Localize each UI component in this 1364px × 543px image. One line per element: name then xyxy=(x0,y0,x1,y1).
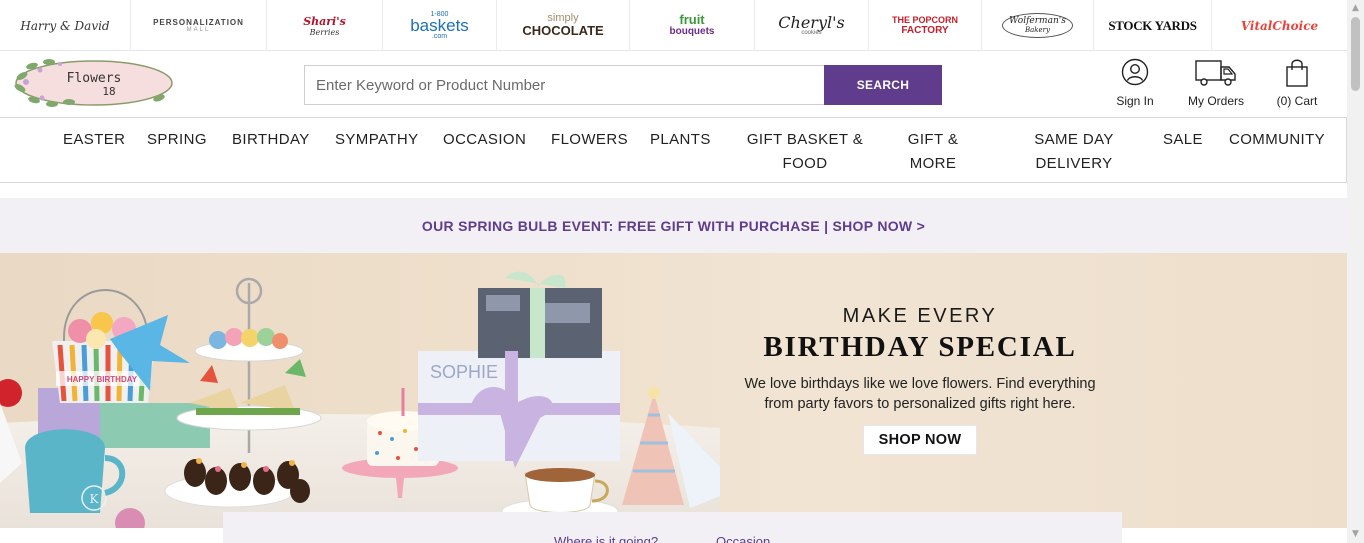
brand-link-vital-choice[interactable]: VitalChoice xyxy=(1212,0,1347,51)
brand-label-sub: MALL xyxy=(186,27,211,33)
nav-item-spring[interactable]: SPRING xyxy=(147,128,207,152)
site-logo[interactable]: Flowers 18 xyxy=(14,58,174,108)
hero-subtext-line: from party favors to personalized gifts … xyxy=(764,396,1076,412)
brand-link-sharis-berries[interactable]: Shari's Berries xyxy=(267,0,383,51)
scroll-down-arrow-icon[interactable]: ▼ xyxy=(1347,526,1364,543)
nav-item-gift-basket-food[interactable]: GIFT BASKET & FOOD xyxy=(746,128,864,176)
shopping-bag-icon xyxy=(1286,59,1308,87)
brand-label: Shari's Berries xyxy=(303,15,346,37)
my-orders-button[interactable]: My Orders xyxy=(1184,58,1248,108)
sign-in-button[interactable]: Sign In xyxy=(1108,58,1162,108)
nav-item-community[interactable]: COMMUNITY xyxy=(1229,128,1325,152)
birthday-table-image: HAPPY BIRTHDAY K SOPHIE xyxy=(0,271,720,528)
brand-label-sub: FACTORY xyxy=(901,25,949,36)
nav-item-label: FOOD xyxy=(782,155,828,172)
brand-label: VitalChoice xyxy=(1240,18,1319,33)
my-orders-label: My Orders xyxy=(1187,94,1244,108)
nav-item-easter[interactable]: EASTER xyxy=(63,128,125,152)
svg-text:K: K xyxy=(90,492,100,506)
scroll-up-arrow-icon[interactable]: ▲ xyxy=(1347,0,1364,17)
brand-label: Harry & David xyxy=(20,18,110,33)
logo-text-line2: 18 xyxy=(102,85,115,98)
nav-item-label: GIFT BASKET & xyxy=(746,131,864,148)
brand-label-sub: bouquets xyxy=(669,26,715,37)
search-input[interactable] xyxy=(304,65,825,105)
page: Harry & David PERSONALIZATION MALL Shari… xyxy=(0,0,1364,543)
brand-link-popcorn-factory[interactable]: THE POPCORN FACTORY xyxy=(869,0,982,51)
hero-subtext-line: We love birthdays like we love flowers. … xyxy=(744,376,1096,392)
brand-link-stock-yards[interactable]: STOCK YARDS xyxy=(1094,0,1212,51)
delivery-truck-icon xyxy=(1195,60,1236,86)
nav-item-birthday[interactable]: BIRTHDAY xyxy=(232,128,310,152)
where-is-it-going-dropdown[interactable]: Where is it going? xyxy=(554,534,658,543)
brand-label: 1-800 baskets .com xyxy=(410,11,469,40)
brand-label: fruit bouquets xyxy=(669,12,715,37)
brand-label: STOCK YARDS xyxy=(1108,17,1197,33)
user-account-icon xyxy=(1121,58,1149,86)
brand-link-fruit-bouquets[interactable]: fruit bouquets xyxy=(630,0,755,51)
brand-label-sub: Bakery xyxy=(1024,26,1050,34)
brand-label-main: PERSONALIZATION xyxy=(153,18,244,27)
hero-eyebrow: MAKE EVERY xyxy=(842,305,998,327)
brand-label-main: Cheryl's xyxy=(778,13,845,32)
brand-label-main: simply xyxy=(547,12,579,24)
balloon-icon xyxy=(0,379,22,407)
brand-label: simply CHOCOLATE xyxy=(522,12,604,39)
brand-strip: Harry & David PERSONALIZATION MALL Shari… xyxy=(0,0,1347,51)
brand-label-main: Wolferman's xyxy=(1009,16,1066,26)
brand-label: PERSONALIZATION MALL xyxy=(153,18,244,33)
nav-item-plants[interactable]: PLANTS xyxy=(650,128,711,152)
promo-link[interactable]: OUR SPRING BULB EVENT: FREE GIFT WITH PU… xyxy=(422,218,925,234)
nav-item-sympathy[interactable]: SYMPATHY xyxy=(335,128,419,152)
brand-link-1800-baskets[interactable]: 1-800 baskets .com xyxy=(383,0,497,51)
nav-item-sale[interactable]: SALE xyxy=(1163,128,1203,152)
hero-copy: MAKE EVERY BIRTHDAY SPECIAL We love birt… xyxy=(720,305,1120,455)
bucket-label: HAPPY BIRTHDAY xyxy=(67,375,138,384)
brand-label: Wolferman's Bakery xyxy=(1002,13,1073,38)
nav-item-label: DELIVERY xyxy=(1035,155,1113,172)
vertical-scrollbar[interactable]: ▲ ▼ xyxy=(1347,0,1364,543)
nav-item-gift-more[interactable]: GIFT & MORE xyxy=(903,128,963,176)
scrollbar-thumb[interactable] xyxy=(1351,17,1360,91)
brand-label: THE POPCORN FACTORY xyxy=(892,15,958,36)
brand-label-main: baskets xyxy=(410,16,469,35)
cart-button[interactable]: (0) Cart xyxy=(1270,58,1324,108)
brand-label-sub: CHOCOLATE xyxy=(522,23,604,38)
brand-link-wolfermans[interactable]: Wolferman's Bakery xyxy=(982,0,1094,51)
nav-item-label: SAME DAY xyxy=(1034,131,1114,148)
occasion-dropdown[interactable]: Occasion xyxy=(716,534,770,543)
brand-label-main: Shari's xyxy=(303,14,346,28)
brand-label-sub: Berries xyxy=(309,27,340,37)
sign-in-label: Sign In xyxy=(1116,94,1154,108)
nav-item-same-day-delivery[interactable]: SAME DAY DELIVERY xyxy=(1028,128,1120,176)
search-button[interactable]: SEARCH xyxy=(824,65,942,105)
shop-now-button[interactable]: SHOP NOW xyxy=(862,425,978,455)
cart-label: (0) Cart xyxy=(1276,94,1318,108)
promo-banner: OUR SPRING BULB EVENT: FREE GIFT WITH PU… xyxy=(0,198,1347,253)
nav-item-occasion[interactable]: OCCASION xyxy=(443,128,526,152)
brand-label: Cheryl's cookies xyxy=(778,13,845,37)
nav-item-flowers[interactable]: FLOWERS xyxy=(551,128,628,152)
hero-headline: BIRTHDAY SPECIAL xyxy=(763,331,1077,363)
brand-label-main: fruit xyxy=(679,12,705,27)
gift-finder-bar: Where is it going? Occasion xyxy=(223,512,1122,543)
logo-text-line1: Flowers xyxy=(67,71,122,86)
brand-link-personalization-mall[interactable]: PERSONALIZATION MALL xyxy=(131,0,267,51)
brand-link-cheryls-cookies[interactable]: Cheryl's cookies xyxy=(755,0,869,51)
brand-link-simply-chocolate[interactable]: simply CHOCOLATE xyxy=(497,0,630,51)
nav-item-label: GIFT & xyxy=(907,131,959,148)
gift-wrap-name: SOPHIE xyxy=(430,362,498,382)
main-navigation: EASTER SPRING BIRTHDAY SYMPATHY OCCASION… xyxy=(0,117,1347,183)
hero-banner[interactable]: HAPPY BIRTHDAY K SOPHIE MAKE EVERY BIRTH… xyxy=(0,253,1347,528)
hero-subtext: We love birthdays like we love flowers. … xyxy=(720,374,1120,414)
flowers-wreath-logo-icon: Flowers 18 xyxy=(14,59,173,107)
brand-label-main: THE POPCORN xyxy=(891,15,958,25)
brand-link-harry-david[interactable]: Harry & David xyxy=(0,0,131,51)
nav-item-label: MORE xyxy=(909,155,957,172)
